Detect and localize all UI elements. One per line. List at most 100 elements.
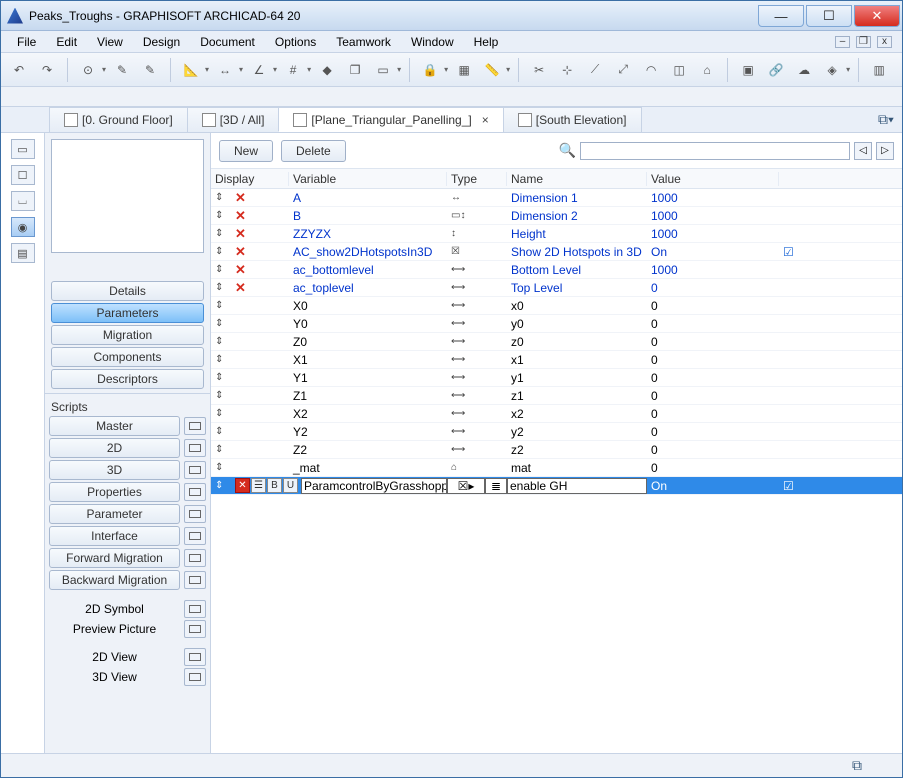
table-row[interactable]: ⇕Z0⟷z00 (211, 333, 902, 351)
btn-descriptors[interactable]: Descriptors (51, 369, 204, 389)
btn-fwd-migration[interactable]: Forward Migration (49, 548, 180, 568)
reorder-icon[interactable]: ⇕ (211, 264, 231, 275)
checkbox-icon[interactable]: ☑ (779, 479, 839, 493)
type-cell[interactable]: ▭↕ (447, 210, 507, 221)
value-cell[interactable]: On (647, 245, 779, 259)
checkbox-icon[interactable]: ☑ (779, 245, 839, 259)
table-row[interactable]: ⇕Y2⟷y20 (211, 423, 902, 441)
open-script-icon[interactable] (184, 648, 206, 666)
table-row[interactable]: ⇕Y0⟷y00 (211, 315, 902, 333)
group-icon[interactable]: ▣ (736, 58, 760, 82)
open-script-icon[interactable] (184, 620, 206, 638)
value-cell[interactable]: 1000 (647, 227, 779, 241)
col-variable[interactable]: Variable (289, 172, 447, 186)
type-cell[interactable]: ⟷ (447, 408, 507, 419)
close-icon[interactable]: × (482, 113, 489, 127)
reorder-icon[interactable]: ⇕ (211, 282, 231, 293)
table-row[interactable]: ⇕✕ZZYZX↕Height1000 (211, 225, 902, 243)
home-icon[interactable]: ⌂ (695, 58, 719, 82)
btn-bwd-migration[interactable]: Backward Migration (49, 570, 180, 590)
table-row[interactable]: ⇕✕B▭↕Dimension 21000 (211, 207, 902, 225)
col-value[interactable]: Value (647, 172, 779, 186)
table-row[interactable]: ⇕✕AC_show2DHotspotsIn3D☒Show 2D Hotspots… (211, 243, 902, 261)
minimize-button[interactable]: — (758, 5, 804, 27)
table-row[interactable]: ⇕Y1⟷y10 (211, 369, 902, 387)
btn-3d-view[interactable]: 3D View (49, 670, 180, 684)
type-cell[interactable]: ⟷ (447, 444, 507, 455)
grid-icon[interactable]: # (281, 58, 305, 82)
close-button[interactable]: ✕ (854, 5, 900, 27)
diamond-icon[interactable]: ◈ (820, 58, 844, 82)
trace-icon[interactable]: ▦ (452, 58, 476, 82)
type-cell[interactable]: ⟷ (447, 336, 507, 347)
menu-view[interactable]: View (87, 33, 133, 51)
rail-2d-icon[interactable]: ▭ (11, 139, 35, 159)
col-name[interactable]: Name (507, 172, 647, 186)
type-cell[interactable]: ⟷ (447, 372, 507, 383)
split-icon[interactable]: ⤢ (611, 58, 635, 82)
reorder-icon[interactable]: ⇕ (211, 318, 231, 329)
table-row[interactable]: ⇕Z2⟷z20 (211, 441, 902, 459)
value-cell[interactable]: 1000 (647, 191, 779, 205)
ruler-icon[interactable]: 📐 (179, 58, 203, 82)
open-script-icon[interactable] (184, 417, 206, 435)
panel-icon[interactable]: ▥ (867, 58, 891, 82)
open-script-icon[interactable] (184, 549, 206, 567)
type-cell[interactable]: ⟷ (447, 300, 507, 311)
reorder-icon[interactable]: ⇕ (211, 372, 231, 383)
new-button[interactable]: New (219, 140, 273, 162)
hide-icon[interactable]: ✕ (231, 280, 251, 296)
lock-icon[interactable]: 🔒 (418, 58, 442, 82)
hide-icon[interactable]: ✕ (231, 226, 251, 242)
undo-icon[interactable]: ↶ (7, 58, 31, 82)
btn-parameters[interactable]: Parameters (51, 303, 204, 323)
col-type[interactable]: Type (447, 172, 507, 186)
open-script-icon[interactable] (184, 483, 206, 501)
mdi-restore-icon[interactable]: ❐ (856, 36, 871, 48)
type-cell[interactable]: ⟷ (447, 282, 507, 293)
rail-list-icon[interactable]: ▤ (11, 243, 35, 263)
type-cell[interactable]: ⟷ (447, 390, 507, 401)
open-script-icon[interactable] (184, 439, 206, 457)
type-cell[interactable]: ↕ (447, 228, 507, 239)
search-input[interactable] (580, 142, 850, 160)
cloud-icon[interactable]: ☁ (792, 58, 816, 82)
reorder-icon[interactable]: ⇕ (211, 300, 231, 311)
table-row[interactable]: ⇕✕ac_bottomlevel⟷Bottom Level1000 (211, 261, 902, 279)
btn-properties[interactable]: Properties (49, 482, 180, 502)
btn-3d[interactable]: 3D (49, 460, 180, 480)
reorder-icon[interactable]: ⇕ (211, 336, 231, 347)
reorder-icon[interactable]: ⇕ (211, 210, 231, 221)
btn-master[interactable]: Master (49, 416, 180, 436)
open-script-icon[interactable] (184, 571, 206, 589)
link-icon[interactable]: 🔗 (764, 58, 788, 82)
status-icon[interactable]: ⧉ (852, 757, 862, 774)
table-row[interactable]: ⇕X0⟷x00 (211, 297, 902, 315)
menu-design[interactable]: Design (133, 33, 190, 51)
table-row[interactable]: ⇕X2⟷x20 (211, 405, 902, 423)
hide-icon[interactable]: ✕ (231, 208, 251, 224)
open-script-icon[interactable] (184, 668, 206, 686)
paste-icon[interactable]: ▭ (371, 58, 395, 82)
rail-box-icon[interactable]: ☐ (11, 165, 35, 185)
value-cell[interactable]: 0 (647, 335, 779, 349)
menu-document[interactable]: Document (190, 33, 265, 51)
type-cell[interactable]: ↔ (447, 192, 507, 203)
value-cell[interactable]: 0 (647, 281, 779, 295)
type-cell[interactable]: ⟷ (447, 264, 507, 275)
type-cell[interactable]: ⟷ (447, 426, 507, 437)
value-cell[interactable]: 0 (647, 317, 779, 331)
table-row-selected[interactable]: ⇕✕☰BUParamcontrolByGrasshopper☒▸≣enable … (211, 477, 902, 495)
ruler2-icon[interactable]: 📏 (480, 58, 504, 82)
layer-icon[interactable]: ◆ (315, 58, 339, 82)
tab-ground-floor[interactable]: [0. Ground Floor] (49, 107, 188, 132)
rail-3d-icon[interactable]: ◉ (11, 217, 35, 237)
mdi-close-icon[interactable]: x (877, 36, 892, 48)
cut-icon[interactable]: ✂ (527, 58, 551, 82)
open-script-icon[interactable] (184, 505, 206, 523)
maximize-button[interactable]: ☐ (806, 5, 852, 27)
btn-2d-symbol[interactable]: 2D Symbol (49, 602, 180, 616)
search-prev-icon[interactable]: ◁ (854, 142, 872, 160)
value-cell[interactable]: 0 (647, 353, 779, 367)
menu-edit[interactable]: Edit (46, 33, 87, 51)
